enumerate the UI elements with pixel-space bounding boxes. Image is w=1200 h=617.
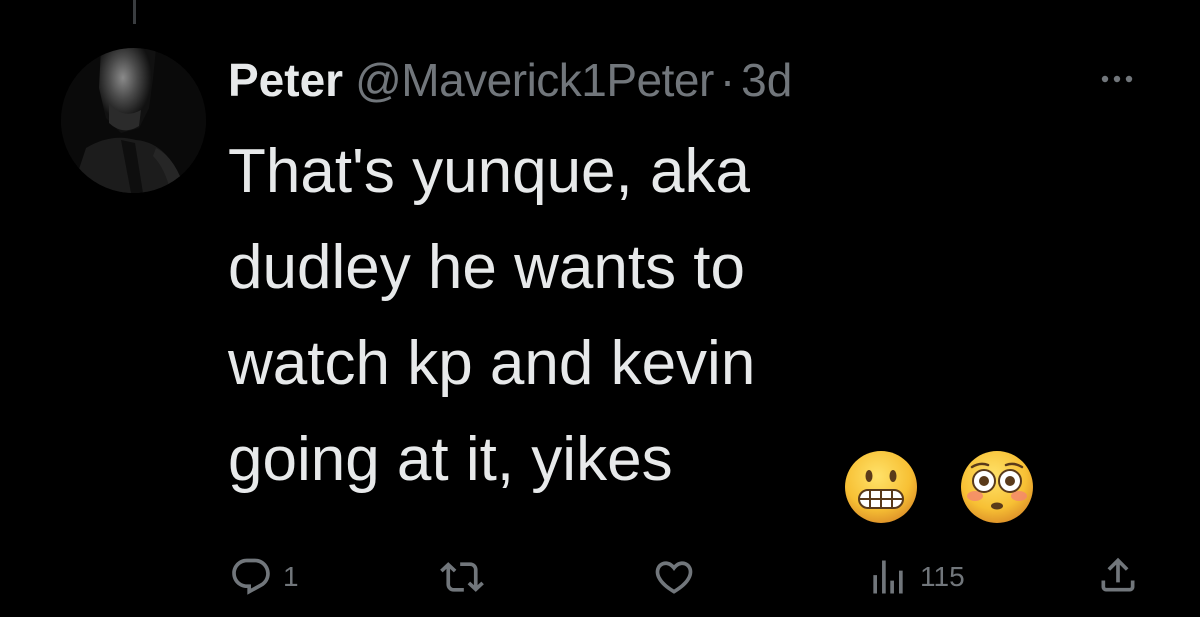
display-name[interactable]: Peter [228, 52, 343, 108]
grimacing-face-emoji [842, 448, 920, 531]
flushed-face-emoji [958, 448, 1036, 531]
reply-button[interactable]: 1 [229, 555, 299, 599]
tweet-header: Peter @Maverick1Peter · 3d [228, 52, 792, 108]
views-button[interactable]: 115 [866, 555, 965, 599]
more-options-button[interactable] [1094, 64, 1140, 94]
more-horizontal-icon [1101, 75, 1133, 83]
reply-count: 1 [283, 561, 299, 592]
share-button[interactable] [1096, 553, 1140, 597]
heart-icon [655, 561, 693, 594]
share-upload-icon [1101, 557, 1135, 592]
retweet-button[interactable] [440, 555, 494, 599]
separator-dot: · [719, 54, 736, 106]
views-count: 115 [920, 561, 965, 592]
analytics-bars-icon [873, 560, 903, 594]
avatar[interactable] [61, 48, 206, 193]
like-button[interactable] [652, 555, 706, 599]
reply-bubble-icon [232, 558, 270, 595]
thread-connector-line [133, 0, 136, 24]
retweet-icon [440, 562, 484, 592]
user-handle[interactable]: @Maverick1Peter [355, 52, 714, 108]
timestamp[interactable]: 3d [741, 52, 792, 108]
